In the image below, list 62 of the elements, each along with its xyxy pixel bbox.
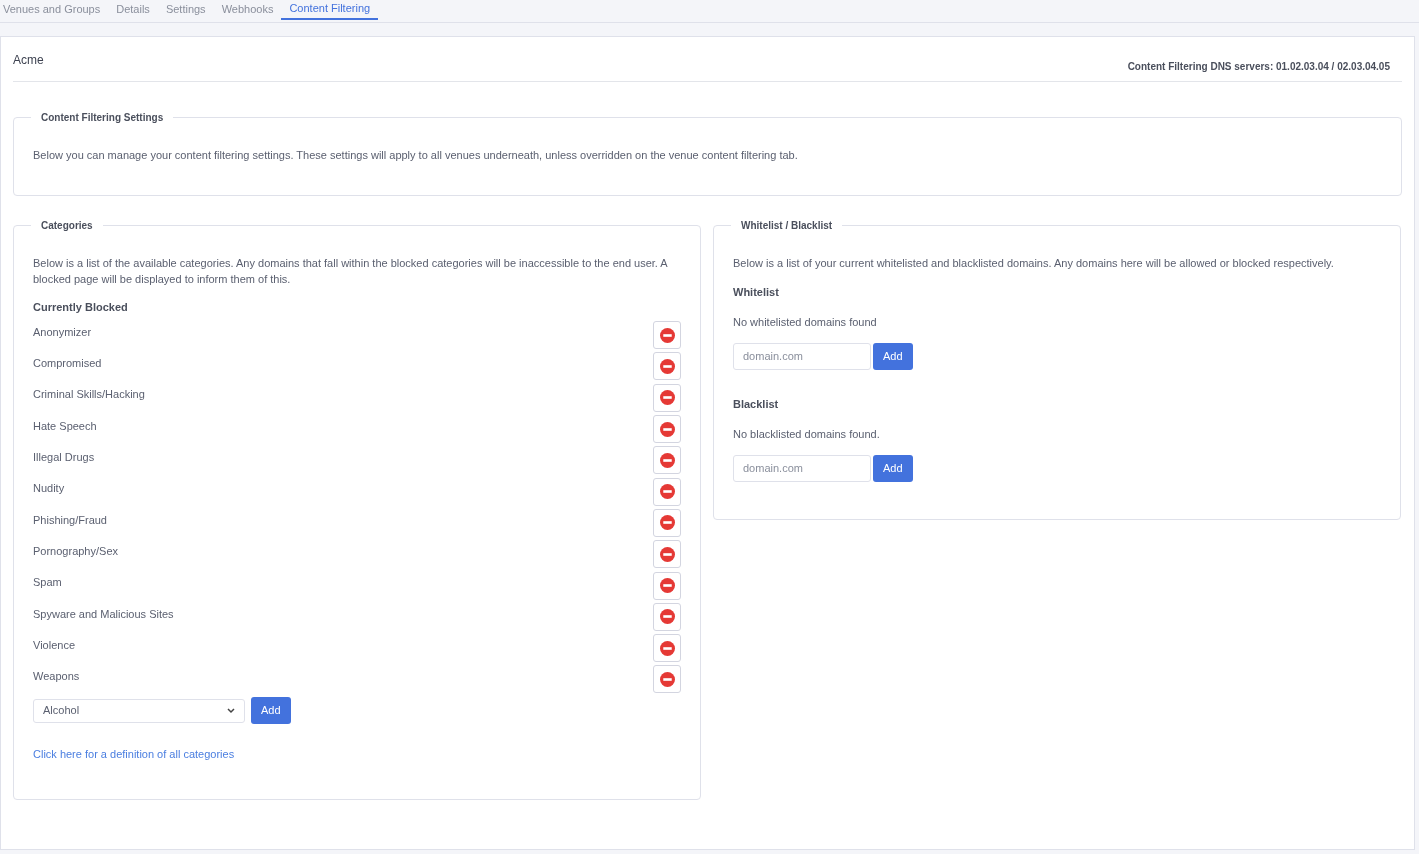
settings-description: Below you can manage your content filtering settings. These settings will apply to all venues underneath, unless overridden on the venue content filtering tab. [33, 148, 799, 163]
remove-icon [659, 578, 675, 593]
list-heading: Blacklist [733, 396, 780, 412]
remove-icon [659, 515, 675, 531]
remove-icon [659, 421, 675, 437]
blocked-category: Criminal Skills/Hacking [33, 387, 145, 403]
remove-button[interactable] [653, 665, 681, 694]
remove-button[interactable] [653, 383, 681, 412]
remove-button[interactable] [653, 415, 681, 444]
blocked-category: Weapons [33, 669, 80, 685]
remove-icon [659, 327, 675, 343]
categories-definition-link[interactable]: Click here for a definition of all categories [33, 746, 235, 763]
page-title: Acme [13, 52, 44, 69]
tab[interactable]: Content Filtering [281, 0, 379, 20]
blocked-category: Phishing/Fraud [33, 512, 107, 528]
domain-input[interactable]: domain.com [733, 454, 871, 482]
blocked-category: Compromised [33, 356, 102, 372]
remove-icon [659, 546, 675, 562]
panel-legend: Categories [31, 218, 103, 233]
tab[interactable]: Details [108, 0, 158, 20]
add-button[interactable]: Add [873, 342, 913, 370]
remove-button[interactable] [653, 321, 681, 350]
remove-icon [659, 609, 675, 625]
dns-servers-text: Content Filtering DNS servers: 01.02.03.04 / 02.03.04.05 [1127, 60, 1390, 74]
add-button[interactable]: Add [873, 454, 913, 482]
panel-legend: Whitelist / Blacklist [731, 218, 843, 233]
domain-input[interactable]: domain.com [733, 342, 871, 370]
panel-legend: Content Filtering Settings [31, 110, 174, 125]
blocked-category: Pornography/Sex [33, 543, 118, 559]
list-heading: Whitelist [733, 284, 780, 300]
blocked-category: Anonymizer [33, 324, 92, 340]
tab[interactable]: Venues and Groups [0, 0, 109, 20]
blocked-category: Nudity [33, 481, 65, 497]
blocked-category: Illegal Drugs [33, 450, 95, 466]
remove-button[interactable] [653, 634, 681, 663]
remove-icon [659, 640, 675, 656]
chevron-down-icon [227, 707, 235, 714]
remove-icon [659, 452, 675, 468]
lists-description: Below is a list of your current whitelisted and blacklisted domains. Any domains here will be allowed or blocked respectively. [733, 256, 1335, 271]
categories-description: Below is a list of the available categories. Any domains that fall within the blocked categories will be inaccessible to the end user. A blocked page will be displayed to inform them of this. [33, 256, 669, 287]
blocked-category: Spyware and Malicious Sites [33, 606, 174, 622]
add-button[interactable]: Add [251, 697, 291, 725]
category-select[interactable]: Alcohol [33, 698, 245, 723]
remove-icon [659, 671, 675, 687]
tab[interactable]: Settings [157, 0, 214, 20]
empty-list-text: No blacklisted domains found. [733, 427, 881, 442]
remove-button[interactable] [653, 477, 681, 506]
remove-button[interactable] [653, 352, 681, 381]
remove-button[interactable] [653, 602, 681, 631]
blocked-heading: Currently Blocked [33, 300, 129, 315]
blocked-category: Violence [33, 637, 75, 653]
tab[interactable]: Webhooks [213, 0, 282, 20]
remove-button[interactable] [653, 540, 681, 569]
remove-button[interactable] [653, 446, 681, 475]
remove-button[interactable] [653, 571, 681, 600]
remove-icon [659, 390, 675, 406]
blocked-category: Hate Speech [33, 418, 97, 434]
remove-icon [659, 484, 675, 500]
blocked-category: Spam [33, 575, 62, 591]
remove-icon [659, 358, 675, 374]
remove-button[interactable] [653, 508, 681, 537]
empty-list-text: No whitelisted domains found [733, 315, 878, 330]
